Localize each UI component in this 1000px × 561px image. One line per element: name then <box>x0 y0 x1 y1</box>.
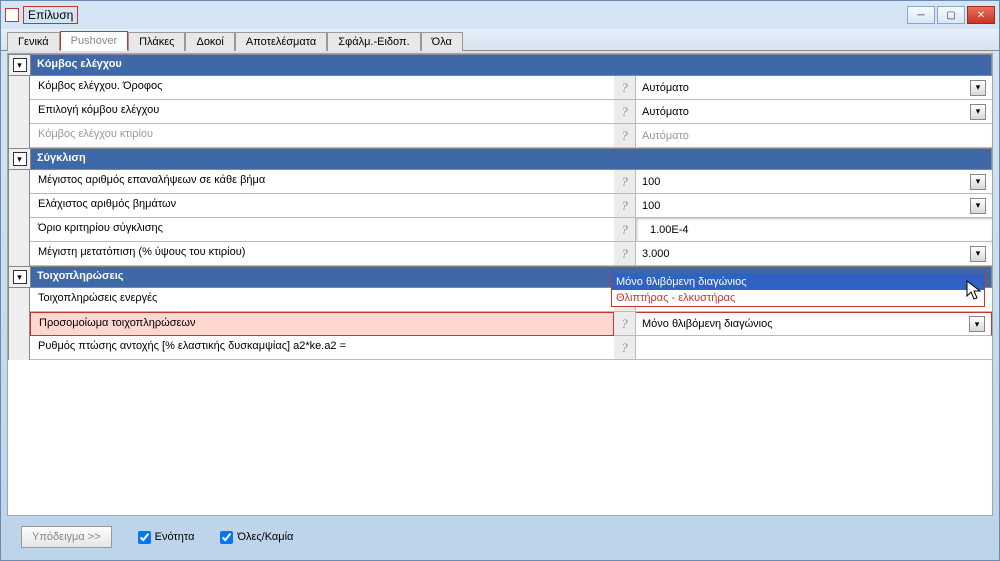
help-icon[interactable]: ? <box>614 100 636 124</box>
value-text: Αυτόματο <box>642 106 689 118</box>
value-text: 3.000 <box>642 248 670 260</box>
footer: Υπόδειγμα >> Ενότητα Όλες/Καμία <box>7 520 993 554</box>
row-label: Τοιχοπληρώσεις ενεργές <box>30 288 614 312</box>
row-label: Ρυθμός πτώσης αντοχής [% ελαστικής δυσκα… <box>30 336 614 360</box>
section-checkbox[interactable]: Ενότητα <box>138 531 195 544</box>
value-cell[interactable]: 100 ▾ <box>636 194 992 218</box>
help-icon[interactable]: ? <box>614 312 636 336</box>
tab-errors[interactable]: Σφάλμ.-Ειδοπ. <box>327 32 420 51</box>
group-control-node: ▾ Κόμβος ελέγχου Κόμβος ελέγχου. Όροφος … <box>8 54 992 148</box>
value-text: 100 <box>642 200 660 212</box>
dropdown-open[interactable]: Μόνο θλιβόμενη διαγώνιος Θλιπτήρας - ελκ… <box>611 273 985 307</box>
tab-general[interactable]: Γενικά <box>7 32 60 51</box>
content-panel: ▾ Κόμβος ελέγχου Κόμβος ελέγχου. Όροφος … <box>7 53 993 516</box>
row-label: Μέγιστη μετατόπιση (% ύψους του κτιρίου) <box>30 242 614 266</box>
window-title: Επίλυση <box>23 6 78 24</box>
tab-results[interactable]: Αποτελέσματα <box>235 32 327 51</box>
value-cell: Αυτόματο <box>636 124 992 148</box>
chevron-down-icon[interactable]: ▾ <box>970 104 986 120</box>
value-text: Αυτόματο <box>642 82 689 94</box>
help-icon[interactable]: ? <box>614 194 636 218</box>
help-icon: ? <box>614 124 636 148</box>
group-title: Κόμβος ελέγχου <box>30 54 992 76</box>
tab-pushover[interactable]: Pushover <box>60 31 128 51</box>
titlebar: Επίλυση ─ ▢ ✕ <box>1 1 999 29</box>
row-label: Κόμβος ελέγχου κτιρίου <box>30 124 614 148</box>
all-none-checkbox[interactable]: Όλες/Καμία <box>220 531 293 544</box>
help-icon[interactable]: ? <box>614 76 636 100</box>
row-label: Κόμβος ελέγχου. Όροφος <box>30 76 614 100</box>
dropdown-option[interactable]: Μόνο θλιβόμενη διαγώνιος <box>612 274 984 290</box>
chevron-down-icon[interactable]: ▾ <box>970 198 986 214</box>
value-cell[interactable]: 100 ▾ <box>636 170 992 194</box>
example-button[interactable]: Υπόδειγμα >> <box>21 526 112 548</box>
value-cell[interactable]: 3.000 ▾ <box>636 242 992 266</box>
row-label: Επιλογή κόμβου ελέγχου <box>30 100 614 124</box>
checkbox-label: Ενότητα <box>155 531 195 543</box>
cursor-icon <box>966 280 984 302</box>
collapse-icon[interactable]: ▾ <box>13 58 27 72</box>
help-icon[interactable]: ? <box>614 170 636 194</box>
help-icon[interactable]: ? <box>614 336 636 360</box>
chevron-down-icon[interactable]: ▾ <box>970 80 986 96</box>
tab-beams[interactable]: Δοκοί <box>185 32 234 51</box>
minimize-button[interactable]: ─ <box>907 6 935 24</box>
help-icon[interactable]: ? <box>614 242 636 266</box>
dropdown-option[interactable]: Θλιπτήρας - ελκυστήρας <box>612 290 984 306</box>
value-cell[interactable]: Αυτόματο ▾ <box>636 100 992 124</box>
value-cell[interactable]: Αυτόματο ▾ <box>636 76 992 100</box>
window: Επίλυση ─ ▢ ✕ Γενικά Pushover Πλάκες Δοκ… <box>0 0 1000 561</box>
chevron-down-icon[interactable]: ▾ <box>970 174 986 190</box>
row-label: Ελάχιστος αριθμός βημάτων <box>30 194 614 218</box>
window-controls: ─ ▢ ✕ <box>907 6 995 24</box>
value-cell[interactable]: Μόνο θλιβόμενη διαγώνιος ▾ <box>636 312 992 336</box>
value-text: 1.00E-4 <box>650 224 689 236</box>
value-cell[interactable]: 1.00E-4 <box>636 218 992 242</box>
row-label: Προσομοίωμα τοιχοπληρώσεων <box>30 312 614 336</box>
checkbox-label: Όλες/Καμία <box>237 531 293 543</box>
collapse-icon[interactable]: ▾ <box>13 270 27 284</box>
row-label: Μέγιστος αριθμός επαναλήψεων σε κάθε βήμ… <box>30 170 614 194</box>
value-cell[interactable] <box>636 336 992 360</box>
section-checkbox-input[interactable] <box>138 531 151 544</box>
chevron-down-icon[interactable]: ▾ <box>969 316 985 332</box>
all-none-checkbox-input[interactable] <box>220 531 233 544</box>
group-convergence: ▾ Σύγκλιση Μέγιστος αριθμός επαναλήψεων … <box>8 148 992 266</box>
value-text: Μόνο θλιβόμενη διαγώνιος <box>642 318 773 330</box>
tab-bar: Γενικά Pushover Πλάκες Δοκοί Αποτελέσματ… <box>1 29 999 51</box>
close-button[interactable]: ✕ <box>967 6 995 24</box>
collapse-icon[interactable]: ▾ <box>13 152 27 166</box>
group-title: Σύγκλιση <box>30 148 992 170</box>
chevron-down-icon[interactable]: ▾ <box>970 246 986 262</box>
tab-all[interactable]: Όλα <box>421 32 463 51</box>
help-icon[interactable]: ? <box>614 218 636 242</box>
row-label: Όριο κριτηρίου σύγκλισης <box>30 218 614 242</box>
maximize-button[interactable]: ▢ <box>937 6 965 24</box>
tab-slabs[interactable]: Πλάκες <box>128 32 185 51</box>
app-icon <box>5 8 19 22</box>
value-text: 100 <box>642 176 660 188</box>
value-text: Αυτόματο <box>642 130 689 142</box>
